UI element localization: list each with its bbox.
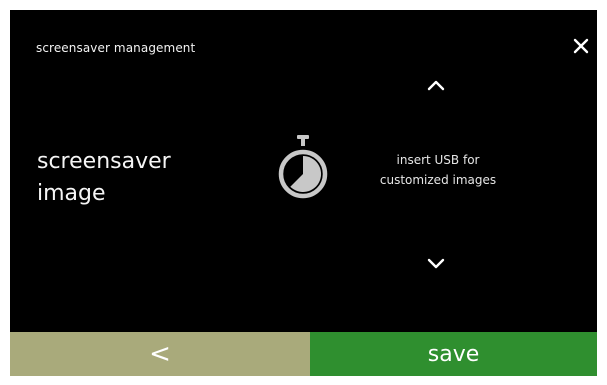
save-button[interactable]: save	[310, 332, 597, 376]
chevron-down-icon[interactable]	[423, 253, 449, 273]
chevron-up-icon[interactable]	[423, 76, 449, 96]
info-text: insert USB for customized images	[360, 150, 516, 190]
info-text-line1: insert USB for	[396, 153, 480, 167]
setting-label-line2: image	[37, 181, 106, 206]
back-button[interactable]: <	[10, 332, 310, 376]
close-icon[interactable]	[571, 36, 591, 56]
back-button-label: <	[149, 339, 171, 369]
footer: < save	[10, 332, 597, 376]
setting-label-line1: screensaver	[37, 149, 171, 174]
page-title: screensaver management	[36, 41, 196, 55]
save-button-label: save	[427, 341, 480, 367]
screen: screensaver management screensaver image…	[10, 10, 597, 376]
setting-label: screensaver image	[37, 146, 171, 210]
stopwatch-icon	[278, 135, 328, 199]
info-text-line2: customized images	[379, 173, 497, 187]
